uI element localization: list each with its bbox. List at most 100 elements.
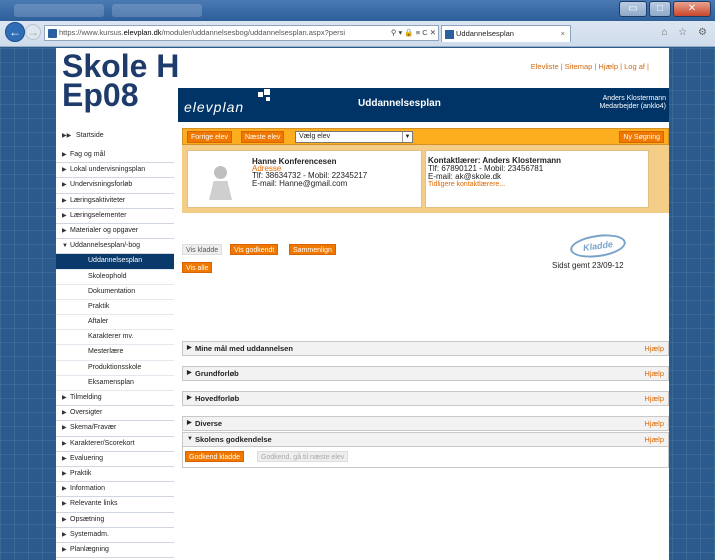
chevron-right-icon: ▶ xyxy=(62,470,67,477)
browser-toolbar-icons[interactable]: ⌂ ☆ ⚙ xyxy=(661,27,711,38)
url-prefix: https://www.kursus. xyxy=(59,28,124,37)
window-titlebar: ▭ □ ✕ xyxy=(0,0,715,21)
tab-page-icon xyxy=(445,30,454,39)
tab-uddannelsesplan[interactable]: Uddannelsesplan × xyxy=(441,25,571,42)
help-link[interactable]: Hjælp xyxy=(644,392,664,405)
sidebar-item-tilmelding[interactable]: ▶ Tilmelding xyxy=(56,391,174,407)
sidebar-item-label: Praktik xyxy=(88,302,110,310)
student-info-panel: Hanne Konferencesen Adresse Tlf: 3863473… xyxy=(182,145,669,213)
sidebar-item-label: Startside xyxy=(76,132,104,139)
sidebar-item-læringselementer[interactable]: ▶ Læringselementer xyxy=(56,209,174,224)
compare-button[interactable]: Sammenlign xyxy=(289,244,336,255)
chevron-right-icon: ▶ xyxy=(62,182,67,189)
back-icon[interactable]: ← xyxy=(5,22,25,42)
sidebar-item-label: Dokumentation xyxy=(88,287,136,295)
student-select[interactable]: Vælg elev ▼ xyxy=(295,131,413,143)
sidebar-item-evaluering[interactable]: ▶ Evaluering xyxy=(56,452,174,467)
minimize-icon[interactable]: ▭ xyxy=(619,1,647,17)
chevron-right-icon: ▶ xyxy=(187,370,192,376)
show-draft-button[interactable]: Vis kladde xyxy=(182,244,223,255)
approve-draft-button[interactable]: Godkend kladde xyxy=(185,451,244,462)
section-grundforløb[interactable]: ▶ Grundforløb Hjælp xyxy=(182,366,669,381)
page: Skole H Ep08 Elevliste | Sitemap | Hjælp… xyxy=(56,48,669,560)
previous-contacts-link[interactable]: Tidligere kontaktlærere... xyxy=(428,181,505,189)
section-title: Diverse xyxy=(195,419,223,428)
sidebar-item-label: Skoleophold xyxy=(88,272,127,280)
sidebar-item-label: Information xyxy=(70,485,106,493)
sidebar-item-planlægning[interactable]: ▶ Planlægning xyxy=(56,543,174,559)
section-diverse[interactable]: ▶ Diverse Hjælp xyxy=(182,416,669,431)
chevron-right-icon: ▶ xyxy=(62,531,67,538)
help-link[interactable]: Hjælp xyxy=(644,367,664,380)
chevron-down-icon: ▼ xyxy=(187,436,193,442)
show-approved-button[interactable]: Vis godkendt xyxy=(230,244,279,255)
sidebar-item-label: Eksamensplan xyxy=(88,378,134,386)
help-link[interactable]: Hjælp xyxy=(644,342,664,355)
sidebar-item-label: Produktionsskole xyxy=(88,363,142,371)
sidebar-item-praktik[interactable]: Praktik xyxy=(56,300,174,316)
sidebar-item-læringsaktiviteter[interactable]: ▶ Læringsaktiviteter xyxy=(56,194,174,209)
sidebar-item-materialer-og-opgaver[interactable]: ▶ Materialer og opgaver xyxy=(56,224,174,240)
sidebar-item-produktionsskole[interactable]: Produktionsskole xyxy=(56,361,174,376)
sidebar-item-label: Systemadm. xyxy=(70,530,109,538)
background-tab[interactable] xyxy=(14,4,104,17)
section-title: Skolens godkendelse xyxy=(195,435,272,444)
sidebar-item-label: Opsætning xyxy=(70,515,105,523)
section-title: Hovedforløb xyxy=(195,394,240,403)
address-controls[interactable]: ⚲ ▾ 🔒 ≡ C ✕ xyxy=(387,26,436,40)
new-search-button[interactable]: Ny Søgning xyxy=(619,131,664,143)
sidebar-item-karakterer-scorekort[interactable]: ▶ Karakterer/Scorekort xyxy=(56,437,174,452)
chevron-right-icon: ▶ xyxy=(187,395,192,401)
section-hovedforløb[interactable]: ▶ Hovedforløb Hjælp xyxy=(182,391,669,406)
sidebar-item-eksamensplan[interactable]: Eksamensplan xyxy=(56,376,174,391)
close-window-icon[interactable]: ✕ xyxy=(673,1,711,17)
sidebar-item-fag-og-mål[interactable]: ▶ Fag og mål xyxy=(56,148,174,164)
maximize-icon[interactable]: □ xyxy=(649,1,671,17)
sidebar-item-lokal-undervisningsplan[interactable]: ▶ Lokal undervisningsplan xyxy=(56,163,174,179)
help-link[interactable]: Hjælp xyxy=(644,433,664,446)
sidebar-item-skoleophold[interactable]: Skoleophold xyxy=(56,270,174,285)
sidebar-item-label: Aftaler xyxy=(88,318,109,326)
sidebar-item-startside[interactable]: ▶▶ Startside xyxy=(56,128,174,144)
sidebar-item-systemadm-[interactable]: ▶ Systemadm. xyxy=(56,528,174,543)
tab-close-icon[interactable]: × xyxy=(561,26,565,42)
sidebar-item-information[interactable]: ▶ Information xyxy=(56,482,174,498)
chevron-right-icon: ▶ xyxy=(62,516,67,523)
sidebar-item-oversigter[interactable]: ▶ Oversigter xyxy=(56,406,174,422)
chevron-right-icon: ▶ xyxy=(187,420,192,426)
sidebar-item-label: Karakterer mv. xyxy=(88,333,134,341)
sidebar-item-aftaler[interactable]: Aftaler xyxy=(56,315,174,331)
sidebar-item-uddannelsesplan-bog[interactable]: ▼ Uddannelsesplan/-bog xyxy=(56,239,174,255)
sidebar-item-label: Tilmelding xyxy=(70,394,102,401)
sidebar-item-opsætning[interactable]: ▶ Opsætning xyxy=(56,513,174,528)
chevron-down-icon[interactable]: ▼ xyxy=(402,132,412,142)
background-tab[interactable] xyxy=(112,4,202,17)
sidebar-item-skema-fravær[interactable]: ▶ Skema/Fravær xyxy=(56,421,174,437)
section-mine-mål-med-uddannelsen[interactable]: ▶ Mine mål med uddannelsen Hjælp xyxy=(182,341,669,356)
header-banner: elevplan Uddannelsesplan Anders Klosterm… xyxy=(178,88,669,122)
section-skolens-godkendelse[interactable]: ▼ Skolens godkendelse Hjælp xyxy=(182,432,669,447)
approve-next-student-button[interactable]: Godkend, gå til næste elev xyxy=(257,451,349,462)
contact-teacher-card: Kontaktlærer: Anders Klostermann Tlf: 67… xyxy=(425,150,649,208)
address-bar[interactable]: https://www.kursus.elevplan.dk/moduler/u… xyxy=(44,25,439,41)
forward-icon[interactable]: → xyxy=(25,24,41,40)
chevron-right-icon: ▶ xyxy=(62,212,67,219)
show-all-button[interactable]: Vis alle xyxy=(182,262,213,273)
help-link[interactable]: Hjælp xyxy=(644,417,664,430)
next-student-button[interactable]: Næste elev xyxy=(241,131,285,143)
sidebar-item-praktik[interactable]: ▶ Praktik xyxy=(56,467,174,483)
sidebar-nav: ▶▶ Startside ▶ Fag og mål ▶ Lokal undervisnin… xyxy=(56,128,174,559)
sidebar-item-label: Undervisningsforløb xyxy=(70,181,133,189)
sidebar-item-relevante-links[interactable]: ▶ Relevante links xyxy=(56,497,174,513)
previous-student-button[interactable]: Forrige elev xyxy=(187,131,232,143)
sidebar-item-uddannelsesplan[interactable]: Uddannelsesplan xyxy=(56,254,174,270)
sidebar-item-label: Uddannelsesplan xyxy=(88,257,143,265)
sidebar-item-mesterlære[interactable]: Mesterlære xyxy=(56,345,174,361)
sidebar-item-undervisningsforløb[interactable]: ▶ Undervisningsforløb xyxy=(56,178,174,194)
chevron-right-icon: ▶ xyxy=(62,546,67,553)
sidebar-item-karakterer-mv-[interactable]: Karakterer mv. xyxy=(56,330,174,346)
sidebar-item-label: Fag og mål xyxy=(70,151,106,158)
sidebar-item-dokumentation[interactable]: Dokumentation xyxy=(56,285,174,300)
top-links[interactable]: Elevliste | Sitemap | Hjælp | Log af | xyxy=(456,62,669,71)
section-title: Mine mål med uddannelsen xyxy=(195,344,293,353)
